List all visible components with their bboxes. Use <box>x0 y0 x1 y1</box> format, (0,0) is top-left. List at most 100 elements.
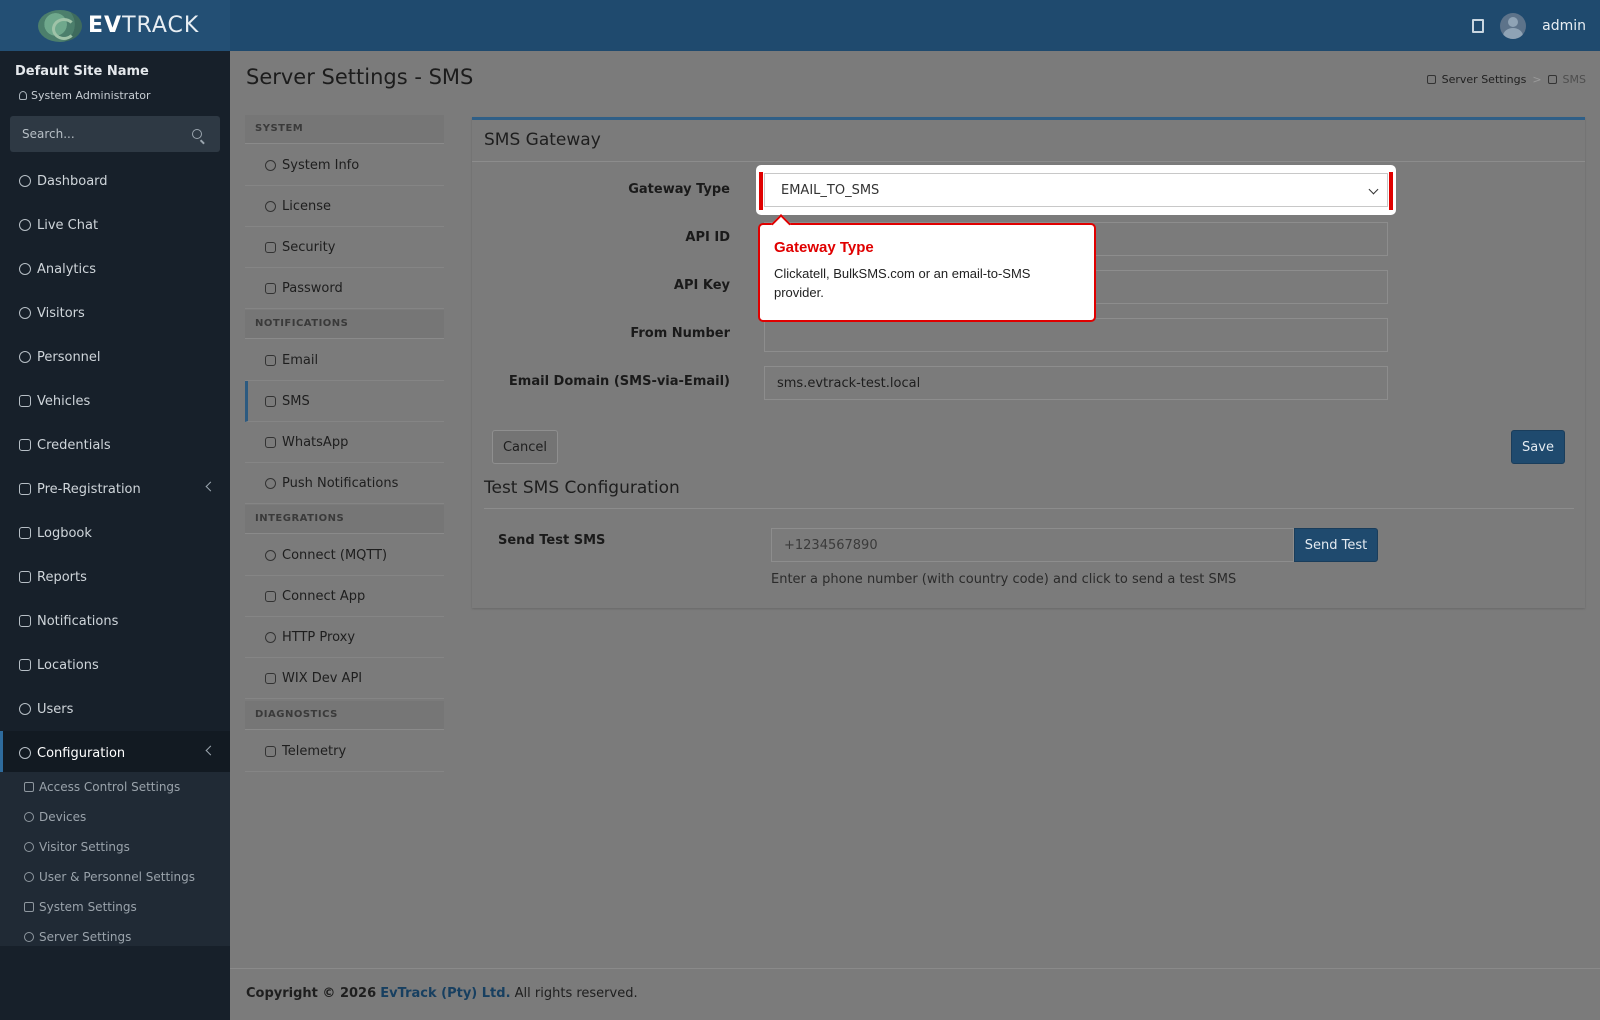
api-key-label: API Key <box>673 278 730 293</box>
submenu-item-visitor-settings[interactable]: Visitor Settings <box>0 832 230 862</box>
code-icon <box>265 672 276 684</box>
settings-item-connect-app[interactable]: Connect App <box>245 576 444 617</box>
footer-company-link[interactable]: EvTrack (Pty) Ltd. <box>380 986 510 1001</box>
envelope-icon <box>265 354 276 366</box>
sidebar-item-users[interactable]: Users <box>0 687 230 731</box>
save-button[interactable]: Save <box>1511 430 1565 464</box>
sidebar-search <box>10 116 220 152</box>
site-role: System Administrator <box>19 89 151 102</box>
sidebar-item-credentials[interactable]: Credentials <box>0 423 230 467</box>
chevron-left-icon <box>205 745 216 756</box>
test-sms-divider <box>484 508 1574 509</box>
settings-item-email[interactable]: Email <box>245 340 444 381</box>
submenu-item-server-settings[interactable]: Server Settings <box>0 922 230 952</box>
gear-icon <box>265 159 276 171</box>
test-phone-input[interactable] <box>771 528 1294 562</box>
breadcrumb: Server Settings > SMS <box>1426 73 1586 86</box>
mobile-icon <box>265 395 276 407</box>
book-icon[interactable] <box>1472 18 1485 33</box>
site-name: Default Site Name <box>15 64 149 79</box>
key-icon <box>265 200 276 212</box>
api-id-label: API ID <box>685 230 730 245</box>
mobile-icon <box>265 590 276 602</box>
message-icon <box>265 436 276 448</box>
submenu-item-devices[interactable]: Devices <box>0 802 230 832</box>
chevron-left-icon <box>205 481 216 492</box>
badge-icon <box>19 439 31 451</box>
gateway-type-select[interactable]: EMAIL_TO_SMS <box>759 172 1393 210</box>
email-domain-label: Email Domain (SMS-via-Email) <box>508 374 730 389</box>
test-sms-help: Enter a phone number (with country code)… <box>771 572 1237 587</box>
book-icon <box>19 527 31 539</box>
user-gear-icon <box>19 703 31 715</box>
mobile-icon <box>1547 75 1557 84</box>
sms-gateway-card: SMS Gateway Gateway Type EMAIL_TO_SMS AP… <box>472 117 1585 608</box>
wrench-icon <box>1426 75 1436 84</box>
card-divider <box>472 161 1585 162</box>
sidebar-item-dashboard[interactable]: Dashboard <box>0 159 230 203</box>
settings-item-security[interactable]: Security <box>245 227 444 268</box>
topbar-right: admin <box>1472 0 1586 51</box>
building-icon <box>19 659 31 671</box>
settings-item-license[interactable]: License <box>245 186 444 227</box>
avatar[interactable] <box>1500 12 1527 39</box>
submenu-item-system-settings[interactable]: System Settings <box>0 892 230 922</box>
top-header: EVTRACK admin <box>0 0 1600 51</box>
submenu-item-access-control[interactable]: Access Control Settings <box>0 772 230 802</box>
settings-item-connect-mqtt[interactable]: Connect (MQTT) <box>245 535 444 576</box>
cancel-button[interactable]: Cancel <box>492 430 558 464</box>
sidebar-item-vehicles[interactable]: Vehicles <box>0 379 230 423</box>
headset-icon <box>19 219 31 231</box>
wrench-icon <box>24 932 34 942</box>
sidebar-item-personnel[interactable]: Personnel <box>0 335 230 379</box>
user-icon <box>19 91 27 100</box>
from-number-input[interactable] <box>764 318 1388 352</box>
test-sms-title: Test SMS Configuration <box>484 478 680 498</box>
logo[interactable]: EVTRACK <box>0 0 230 51</box>
gauge-icon <box>19 175 31 187</box>
cpu-icon <box>24 812 34 822</box>
settings-item-push-notifications[interactable]: Push Notifications <box>245 463 444 504</box>
chat-icon <box>19 615 31 627</box>
settings-item-telemetry[interactable]: Telemetry <box>245 731 444 772</box>
submenu-item-user-personnel[interactable]: User & Personnel Settings <box>0 862 230 892</box>
breadcrumb-separator: > <box>1532 73 1542 86</box>
settings-item-http-proxy[interactable]: HTTP Proxy <box>245 617 444 658</box>
settings-nav: SYSTEM System Info License Security Pass… <box>245 115 444 795</box>
settings-item-whatsapp[interactable]: WhatsApp <box>245 422 444 463</box>
search-input[interactable] <box>22 127 192 141</box>
gateway-type-label: Gateway Type <box>628 182 730 197</box>
sliders-icon <box>24 902 34 912</box>
send-test-button[interactable]: Send Test <box>1294 528 1378 562</box>
users-icon <box>19 351 31 363</box>
sidebar-item-notifications[interactable]: Notifications <box>0 599 230 643</box>
breadcrumb-server-settings[interactable]: Server Settings <box>1442 73 1527 86</box>
sidebar-item-logbook[interactable]: Logbook <box>0 511 230 555</box>
settings-group-diagnostics: DIAGNOSTICS <box>245 701 444 730</box>
arrows-icon <box>19 483 31 495</box>
logo-mark-icon <box>38 9 82 42</box>
sidebar-item-locations[interactable]: Locations <box>0 643 230 687</box>
eye-icon <box>19 307 31 319</box>
lock-icon <box>265 282 276 294</box>
user-name[interactable]: admin <box>1542 18 1586 34</box>
gateway-type-highlight: EMAIL_TO_SMS <box>758 167 1394 213</box>
sidebar-item-reports[interactable]: Reports <box>0 555 230 599</box>
search-icon[interactable] <box>192 129 202 139</box>
footer-copyright: Copyright © 2026 <box>246 986 377 1001</box>
gateway-type-tooltip: Gateway Type Clickatell, BulkSMS.com or … <box>758 223 1096 322</box>
email-domain-input[interactable] <box>764 366 1388 400</box>
tooltip-title: Gateway Type <box>774 239 874 256</box>
sidebar-item-live-chat[interactable]: Live Chat <box>0 203 230 247</box>
lock-icon <box>24 782 34 792</box>
settings-item-wix-dev-api[interactable]: WIX Dev API <box>245 658 444 699</box>
settings-item-system-info[interactable]: System Info <box>245 145 444 186</box>
settings-group-notifications: NOTIFICATIONS <box>245 310 444 339</box>
sidebar-item-visitors[interactable]: Visitors <box>0 291 230 335</box>
sidebar-item-pre-registration[interactable]: Pre-Registration <box>0 467 230 511</box>
settings-item-password[interactable]: Password <box>245 268 444 309</box>
logo-text: EVTRACK <box>88 13 200 38</box>
settings-item-sms[interactable]: SMS <box>245 381 444 422</box>
sidebar-item-configuration[interactable]: Configuration <box>0 731 230 775</box>
sidebar-item-analytics[interactable]: Analytics <box>0 247 230 291</box>
